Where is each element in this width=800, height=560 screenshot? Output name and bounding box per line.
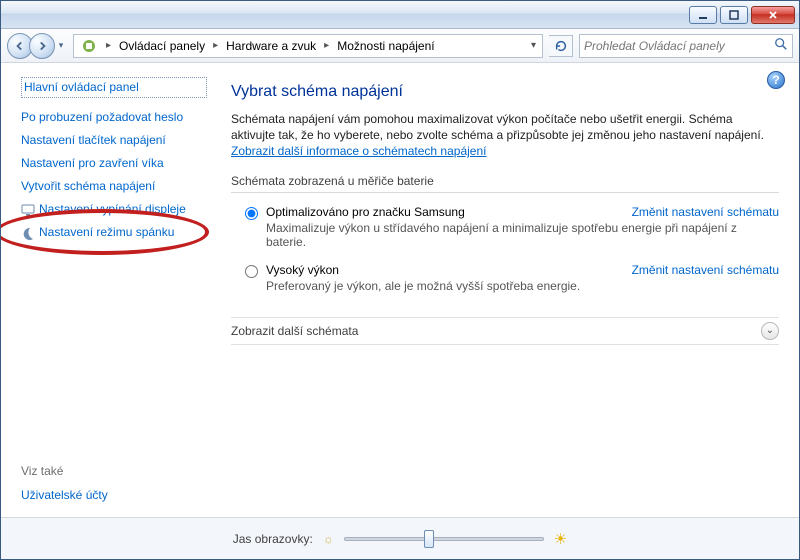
search-box[interactable] xyxy=(579,34,793,58)
show-additional-plans-label: Zobrazit další schémata xyxy=(231,324,358,338)
change-plan-settings-link[interactable]: Změnit nastavení schématu xyxy=(632,205,779,219)
breadcrumb-segment[interactable]: Ovládací panely xyxy=(115,37,209,55)
control-panel-icon xyxy=(80,37,98,55)
history-dropdown-icon[interactable]: ▾ xyxy=(55,37,67,55)
refresh-button[interactable] xyxy=(549,35,573,57)
chevron-right-icon: ▸ xyxy=(209,40,222,51)
brightness-slider[interactable] xyxy=(344,529,544,549)
search-input[interactable] xyxy=(584,39,774,53)
sidebar: Hlavní ovládací panel Po probuzení požad… xyxy=(1,63,211,517)
control-panel-home-link[interactable]: Hlavní ovládací panel xyxy=(21,77,207,98)
breadcrumb-segment[interactable]: Hardware a zvuk xyxy=(222,37,320,55)
main-content: ? Vybrat schéma napájení Schémata napáje… xyxy=(211,63,799,517)
power-plan-option: Optimalizováno pro značku Samsung Změnit… xyxy=(231,203,779,251)
sidebar-link-user-accounts[interactable]: Uživatelské účty xyxy=(21,484,207,507)
address-breadcrumb[interactable]: ▸ Ovládací panely ▸ Hardware a zvuk ▸ Mo… xyxy=(73,34,543,58)
plan-name: Vysoký výkon xyxy=(266,263,339,277)
intro-more-link[interactable]: Zobrazit další informace o schématech na… xyxy=(231,144,486,158)
plan-name: Optimalizováno pro značku Samsung xyxy=(266,205,465,219)
chevron-down-icon: ⌄ xyxy=(761,322,779,340)
intro-text: Schémata napájení vám pomohou maximalizo… xyxy=(231,111,779,160)
sidebar-link-display-off[interactable]: Nastavení vypínání displeje xyxy=(39,198,186,221)
search-icon[interactable] xyxy=(774,37,788,54)
brightness-footer: Jas obrazovky: ☼ ☀ xyxy=(1,517,799,559)
brightness-label: Jas obrazovky: xyxy=(233,532,313,546)
sidebar-link-power-buttons[interactable]: Nastavení tlačítek napájení xyxy=(21,129,207,152)
close-button[interactable] xyxy=(751,6,795,24)
forward-button[interactable] xyxy=(29,33,55,59)
window-body: Hlavní ovládací panel Po probuzení požad… xyxy=(1,63,799,517)
breadcrumb-segment[interactable]: Možnosti napájení xyxy=(333,37,438,55)
plan-radio-high-performance[interactable] xyxy=(245,265,258,278)
sidebar-link-sleep-mode[interactable]: Nastavení režimu spánku xyxy=(39,221,174,244)
sidebar-link-lid-close[interactable]: Nastavení pro zavření víka xyxy=(21,152,207,175)
plan-radio-samsung[interactable] xyxy=(245,207,258,220)
plan-description: Preferovaný je výkon, ale je možná vyšší… xyxy=(266,279,779,293)
power-options-window: ▾ ▸ Ovládací panely ▸ Hardware a zvuk ▸ … xyxy=(0,0,800,560)
window-titlebar xyxy=(1,1,799,29)
power-plan-option: Vysoký výkon Změnit nastavení schématu P… xyxy=(231,261,779,295)
sleep-icon xyxy=(21,226,35,240)
intro-text-body: Schémata napájení vám pomohou maximalizo… xyxy=(231,112,764,142)
chevron-down-icon[interactable]: ▾ xyxy=(527,40,540,51)
minimize-button[interactable] xyxy=(689,6,717,24)
navigation-bar: ▾ ▸ Ovládací panely ▸ Hardware a zvuk ▸ … xyxy=(1,29,799,63)
change-plan-settings-link[interactable]: Změnit nastavení schématu xyxy=(632,263,779,277)
sidebar-link-require-password[interactable]: Po probuzení požadovat heslo xyxy=(21,106,207,129)
page-title: Vybrat schéma napájení xyxy=(231,83,779,101)
sun-low-icon: ☼ xyxy=(323,532,334,546)
sun-high-icon: ☀ xyxy=(554,530,567,548)
plan-description: Maximalizuje výkon u střídavého napájení… xyxy=(266,221,779,249)
see-also-label: Viz také xyxy=(21,464,207,478)
sidebar-link-create-plan[interactable]: Vytvořit schéma napájení xyxy=(21,175,207,198)
chevron-right-icon: ▸ xyxy=(102,40,115,51)
display-off-icon xyxy=(21,203,35,217)
slider-thumb[interactable] xyxy=(424,530,434,548)
chevron-right-icon: ▸ xyxy=(320,40,333,51)
slider-track xyxy=(344,537,544,541)
section-heading-plans: Schémata zobrazená u měřiče baterie xyxy=(231,170,779,193)
nav-back-forward: ▾ xyxy=(7,33,67,59)
show-additional-plans-row[interactable]: Zobrazit další schémata ⌄ xyxy=(231,317,779,345)
maximize-button[interactable] xyxy=(720,6,748,24)
help-icon[interactable]: ? xyxy=(767,71,785,89)
